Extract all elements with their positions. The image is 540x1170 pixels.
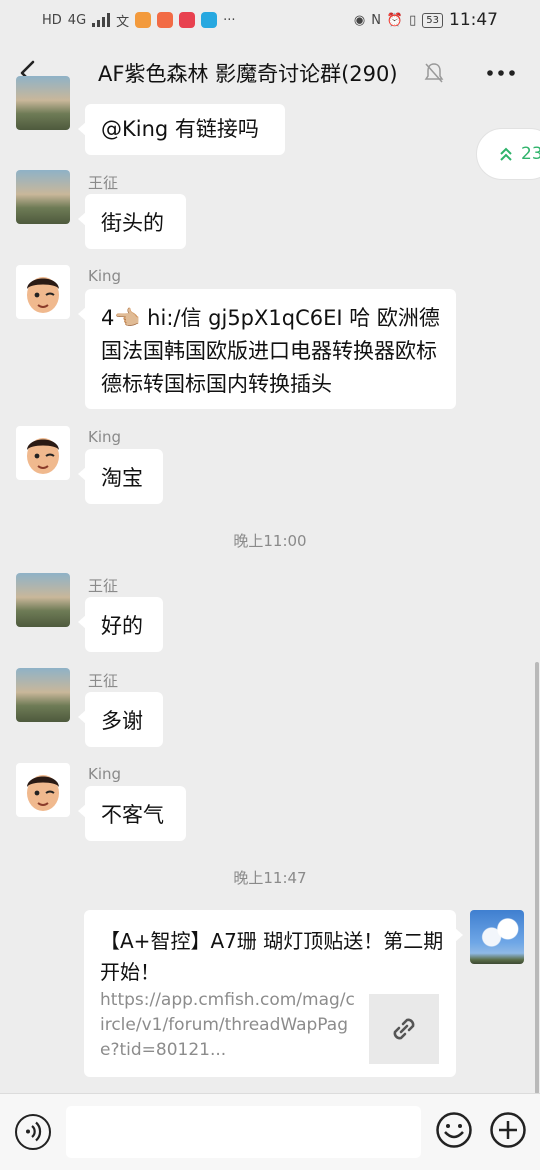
memoji-avatar-icon bbox=[27, 438, 59, 474]
status-bar: HD 4G 文 ··· ◉ N ⏰ ▯ 53 11:47 bbox=[0, 0, 540, 40]
jump-new-messages-button[interactable]: 23 bbox=[476, 128, 540, 180]
memoji-avatar-icon bbox=[27, 775, 59, 811]
message-bubble[interactable]: 街头的 bbox=[78, 194, 186, 249]
new-message-count: 23 bbox=[521, 144, 540, 164]
message-bubble[interactable]: 好的 bbox=[78, 597, 163, 652]
own-avatar[interactable] bbox=[470, 910, 524, 964]
status-bar-right: ◉ N ⏰ ▯ 53 11:47 bbox=[354, 10, 498, 30]
avatar[interactable] bbox=[16, 265, 70, 319]
link-card-thumbnail bbox=[369, 994, 439, 1064]
link-chain-icon bbox=[393, 1018, 415, 1040]
plus-icon[interactable] bbox=[489, 1111, 527, 1149]
sender-name: King bbox=[88, 428, 122, 446]
avatar[interactable] bbox=[16, 573, 70, 627]
eye-icon: ◉ bbox=[353, 12, 366, 28]
voice-input-button[interactable] bbox=[15, 1114, 51, 1150]
timestamp: 晚上11:47 bbox=[233, 869, 307, 887]
chat-header: AF紫色森林 影魔奇讨论群(290) bbox=[0, 40, 540, 106]
message-bubble[interactable]: @King 有链接吗 bbox=[78, 104, 285, 155]
link-card-title: 【A+智控】A7珊 瑚灯顶贴送！第二期开始！ bbox=[100, 929, 444, 984]
alarm-icon: ⏰ bbox=[386, 12, 404, 28]
voice-wave-icon bbox=[26, 1121, 42, 1142]
nfc-icon: N bbox=[371, 12, 381, 28]
status-time: 11:47 bbox=[449, 10, 498, 30]
message-bubble[interactable]: 不客气 bbox=[78, 786, 186, 841]
app-icon-orange bbox=[135, 12, 152, 28]
link-card-url: https://app.cmfish.com/mag/circle/v1/for… bbox=[100, 990, 355, 1060]
sender-name: King bbox=[88, 267, 122, 285]
signal-icon bbox=[92, 13, 111, 27]
hd-icon: HD bbox=[42, 12, 62, 28]
status-bar-left: HD 4G 文 ··· bbox=[42, 11, 236, 30]
sender-name: King bbox=[88, 765, 122, 783]
avatar[interactable] bbox=[16, 170, 70, 224]
double-chevron-up-icon bbox=[500, 147, 512, 161]
scrollbar[interactable] bbox=[535, 662, 539, 1094]
app-icon-red bbox=[157, 12, 174, 28]
timestamp: 晚上11:00 bbox=[233, 532, 307, 550]
translate-icon: 文 bbox=[116, 14, 130, 30]
link-card-message[interactable]: 【A+智控】A7珊 瑚灯顶贴送！第二期开始！ https://app.cmfis… bbox=[84, 910, 463, 1077]
message-bubble[interactable]: 4👈🏼 hi:/信 gj5pX1qC6EI 哈 欧洲德国法国韩国欧版进口电器转换… bbox=[78, 289, 456, 409]
emoji-icon[interactable] bbox=[435, 1111, 473, 1149]
avatar[interactable] bbox=[16, 668, 70, 722]
network-label: 4G bbox=[67, 12, 87, 28]
app-icon-pink bbox=[179, 12, 196, 28]
sender-name: 王征 bbox=[88, 672, 119, 690]
memoji-avatar-icon bbox=[27, 277, 59, 313]
message-bubble[interactable]: 淘宝 bbox=[78, 449, 163, 504]
avatar[interactable] bbox=[16, 763, 70, 817]
vibrate-icon: ▯ bbox=[409, 12, 417, 28]
message-bubble[interactable]: 多谢 bbox=[78, 692, 163, 747]
avatar[interactable] bbox=[16, 76, 70, 130]
avatar[interactable] bbox=[16, 426, 70, 480]
input-bar bbox=[0, 1093, 540, 1170]
message-text-input[interactable] bbox=[66, 1106, 421, 1158]
more-options-icon[interactable] bbox=[486, 62, 516, 84]
sender-name: 王征 bbox=[88, 174, 119, 192]
sender-name: 王征 bbox=[88, 577, 119, 595]
battery-icon: 53 bbox=[422, 12, 443, 28]
app-icon-teal bbox=[201, 12, 218, 28]
chat-title: AF紫色森林 影魔奇讨论群(290) bbox=[98, 62, 398, 86]
mute-bell-icon bbox=[424, 63, 444, 83]
more-dots-icon: ··· bbox=[223, 12, 236, 28]
